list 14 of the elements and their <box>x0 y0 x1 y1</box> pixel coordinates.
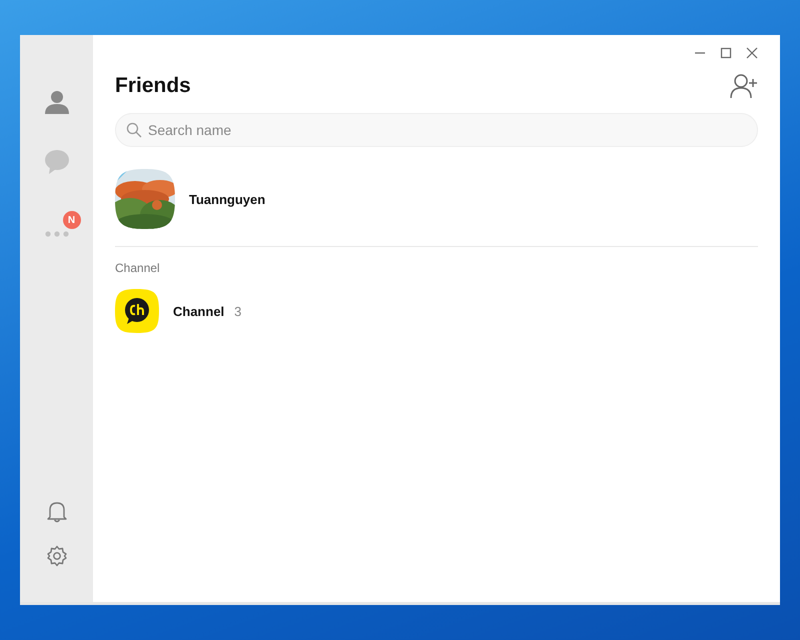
settings-icon[interactable] <box>46 545 68 567</box>
notification-badge: N <box>62 211 80 229</box>
channel-logo-icon <box>115 289 159 333</box>
bell-icon[interactable] <box>46 501 66 523</box>
maximize-icon[interactable] <box>720 47 732 59</box>
person-icon[interactable] <box>44 89 70 115</box>
section-label: Channel <box>115 261 161 275</box>
page-title: Friends <box>115 74 191 98</box>
profile-name[interactable]: Tuannguyen <box>189 192 266 206</box>
channel-count: 3 <box>234 304 242 318</box>
channel-name[interactable]: Channel <box>173 304 224 318</box>
close-icon[interactable] <box>746 47 758 59</box>
search-field[interactable]: Search name <box>115 113 758 147</box>
add-friend-icon[interactable] <box>730 73 758 99</box>
